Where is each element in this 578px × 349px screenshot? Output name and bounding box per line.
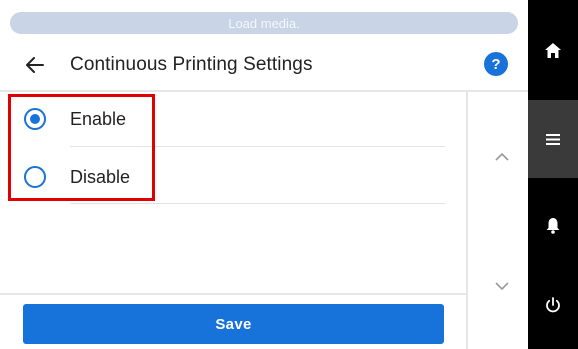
sidebar [528, 0, 578, 349]
chevron-up-icon [495, 152, 509, 161]
save-button[interactable]: Save [23, 304, 444, 344]
option-enable[interactable]: Enable [0, 92, 466, 148]
divider [0, 293, 466, 295]
status-bar: Load media. [10, 12, 518, 34]
screen: Load media. Continuous Printing Settings… [0, 0, 578, 349]
option-label: Enable [70, 109, 127, 129]
power-icon [546, 297, 560, 313]
page-title: Continuous Printing Settings [70, 54, 313, 75]
radio-selected-dot [30, 114, 40, 124]
divider [70, 203, 445, 204]
back-button[interactable] [20, 50, 50, 80]
help-icon: ? [491, 55, 501, 73]
divider [70, 146, 445, 147]
save-label: Save [215, 315, 252, 333]
notifications-button[interactable] [528, 190, 578, 260]
home-button[interactable] [528, 20, 578, 80]
status-message: Load media. [228, 15, 300, 31]
scroll-up-button[interactable] [490, 144, 514, 168]
power-button[interactable] [528, 275, 578, 335]
chevron-down-icon [495, 281, 509, 290]
header: Continuous Printing Settings ? [0, 40, 528, 90]
home-icon [545, 42, 561, 58]
option-disable[interactable]: Disable [0, 150, 466, 206]
scroll-column [466, 92, 528, 349]
menu-icon [546, 133, 560, 145]
radio-disable[interactable] [24, 166, 46, 188]
menu-button[interactable] [528, 100, 578, 178]
radio-enable[interactable] [24, 108, 46, 130]
bell-icon [546, 217, 560, 234]
options-list: Enable Disable [0, 92, 466, 292]
option-label: Disable [70, 167, 131, 187]
help-button[interactable]: ? [484, 52, 508, 76]
arrow-left-icon [26, 57, 44, 73]
scroll-down-button[interactable] [490, 274, 514, 298]
